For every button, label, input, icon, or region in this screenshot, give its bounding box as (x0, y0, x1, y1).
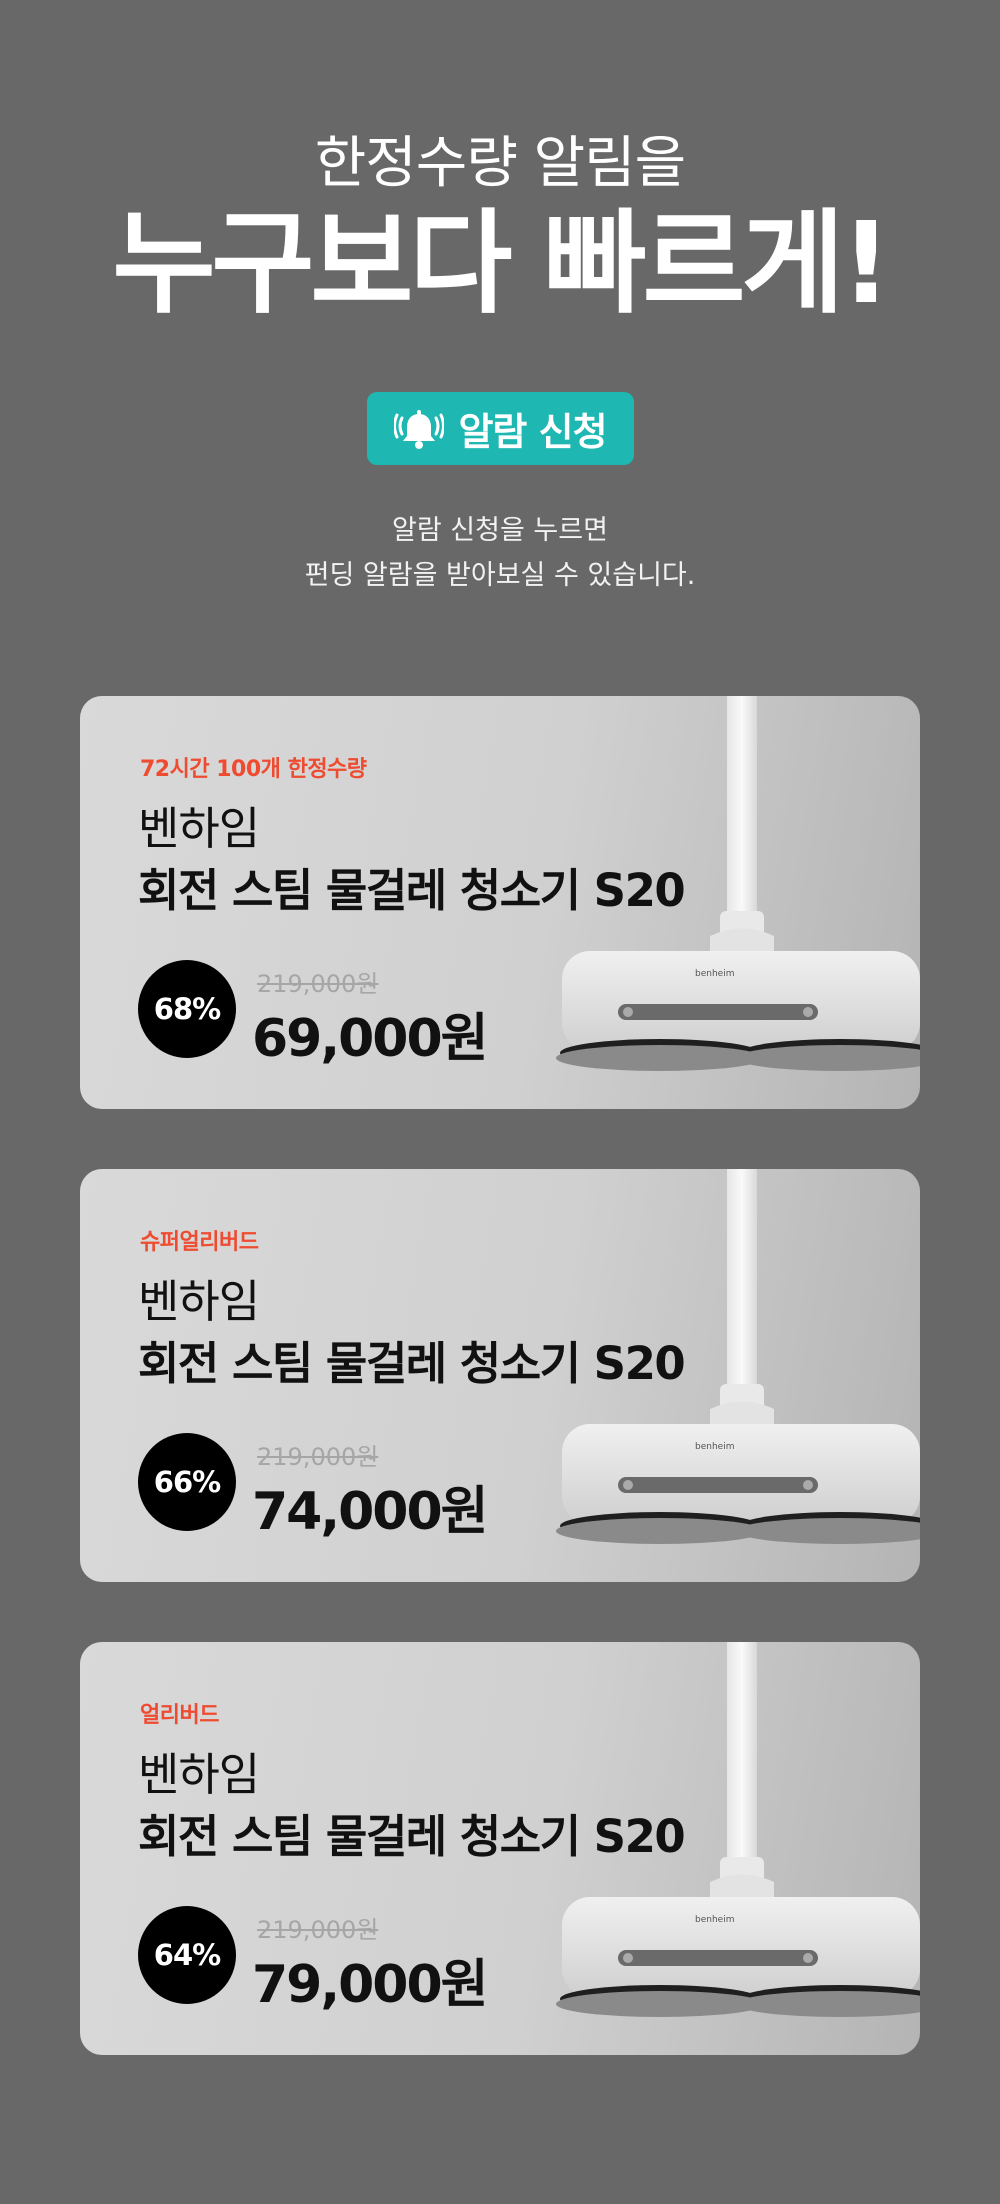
card-tag: 72시간 100개 한정수량 (140, 757, 367, 782)
alarm-request-label: 알람 신청 (458, 410, 607, 454)
headline: 누구보다 빠르게! (112, 199, 891, 329)
alarm-request-button[interactable]: 알람 신청 (367, 392, 634, 465)
sub-headline: 한정수량 알림을 (314, 131, 686, 196)
bell-ringing-icon (394, 409, 445, 449)
sale-price: 79,000원 (252, 1955, 489, 2015)
svg-text:benheim: benheim (695, 969, 734, 979)
notice-text: 알람 신청을 누르면 펀딩 알람을 받아보실 수 있습니다. (0, 508, 1000, 598)
card-tag: 얼리버드 (140, 1703, 219, 1728)
card-brand: 벤하임 (138, 1275, 260, 1328)
discount-badge: 68% (138, 960, 236, 1058)
original-price: 219,000원 (257, 1443, 379, 1471)
sale-price: 69,000원 (252, 1009, 489, 1069)
svg-text:benheim: benheim (695, 1442, 734, 1452)
original-price: 219,000원 (257, 1916, 379, 1944)
product-card[interactable]: 72시간 100개 한정수량 벤하임 회전 스팀 물걸레 청소기 S20 68%… (80, 696, 920, 1109)
product-card[interactable]: 얼리버드 벤하임 회전 스팀 물걸레 청소기 S20 64% 219,000원 … (80, 1642, 920, 2055)
steam-mop-image: benheim (556, 1169, 920, 1544)
sale-price: 74,000원 (252, 1482, 489, 1542)
card-brand: 벤하임 (138, 802, 260, 855)
card-tag: 슈퍼얼리버드 (140, 1230, 259, 1255)
notice-line-2: 펀딩 알람을 받아보실 수 있습니다. (304, 560, 696, 591)
steam-mop-image: benheim (556, 696, 920, 1071)
svg-text:benheim: benheim (695, 1915, 734, 1925)
card-brand: 벤하임 (138, 1748, 260, 1801)
steam-mop-image: benheim (556, 1642, 920, 2017)
discount-badge: 66% (138, 1433, 236, 1531)
original-price: 219,000원 (257, 970, 379, 998)
product-card[interactable]: 슈퍼얼리버드 벤하임 회전 스팀 물걸레 청소기 S20 66% 219,000… (80, 1169, 920, 1582)
discount-badge: 64% (138, 1906, 236, 2004)
notice-line-1: 알람 신청을 누르면 (392, 515, 608, 546)
